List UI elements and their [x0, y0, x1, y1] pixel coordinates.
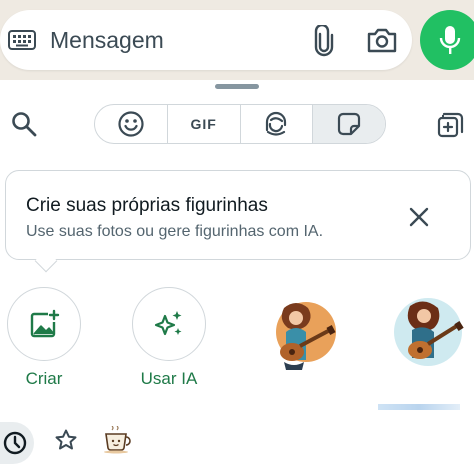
add-sticker-icon[interactable]: [436, 110, 466, 140]
gif-label: GIF: [190, 116, 217, 132]
tab-avatar[interactable]: [241, 105, 314, 143]
sticker-pack-bar: [0, 416, 474, 474]
paperclip-icon[interactable]: [312, 25, 336, 57]
message-composer: [0, 10, 412, 70]
smiley-icon: [118, 111, 144, 137]
tab-gif[interactable]: GIF: [168, 105, 241, 143]
picker-tabs: GIF: [94, 104, 386, 144]
star-icon[interactable]: [54, 428, 78, 452]
tooltip-subtitle: Use suas fotos ou gere figurinhas com IA…: [26, 223, 324, 240]
recent-stickers-button[interactable]: [0, 422, 34, 464]
tab-emoji[interactable]: [95, 105, 168, 143]
sticker-icon: [338, 112, 361, 136]
create-sticker-button[interactable]: [7, 287, 81, 361]
camera-icon[interactable]: [366, 26, 398, 54]
tooltip-title: Crie suas próprias figurinhas: [26, 195, 268, 216]
use-ai-button[interactable]: [132, 287, 206, 361]
message-input[interactable]: [50, 25, 290, 55]
coffee-cup-pack-icon[interactable]: [102, 426, 134, 454]
create-label: Criar: [25, 369, 63, 388]
search-icon[interactable]: [10, 110, 38, 138]
close-icon[interactable]: [408, 206, 430, 228]
guitar-girl-sticker-2[interactable]: [388, 292, 468, 372]
image-plus-icon: [30, 309, 60, 338]
tab-stickers[interactable]: [313, 105, 385, 143]
partial-sticker-row: [378, 404, 460, 410]
voice-message-button[interactable]: [420, 10, 474, 70]
use-ai-label: Usar IA: [140, 369, 198, 388]
clock-icon: [3, 431, 27, 455]
keyboard-icon[interactable]: [8, 28, 36, 52]
guitar-girl-sticker-1[interactable]: [262, 292, 342, 372]
microphone-icon: [439, 26, 461, 54]
drag-handle[interactable]: [215, 84, 259, 89]
sparkles-icon: [154, 311, 182, 336]
avatar-sticker-icon: [266, 111, 287, 136]
create-stickers-tooltip: Crie suas próprias figurinhas Use suas f…: [5, 170, 471, 260]
